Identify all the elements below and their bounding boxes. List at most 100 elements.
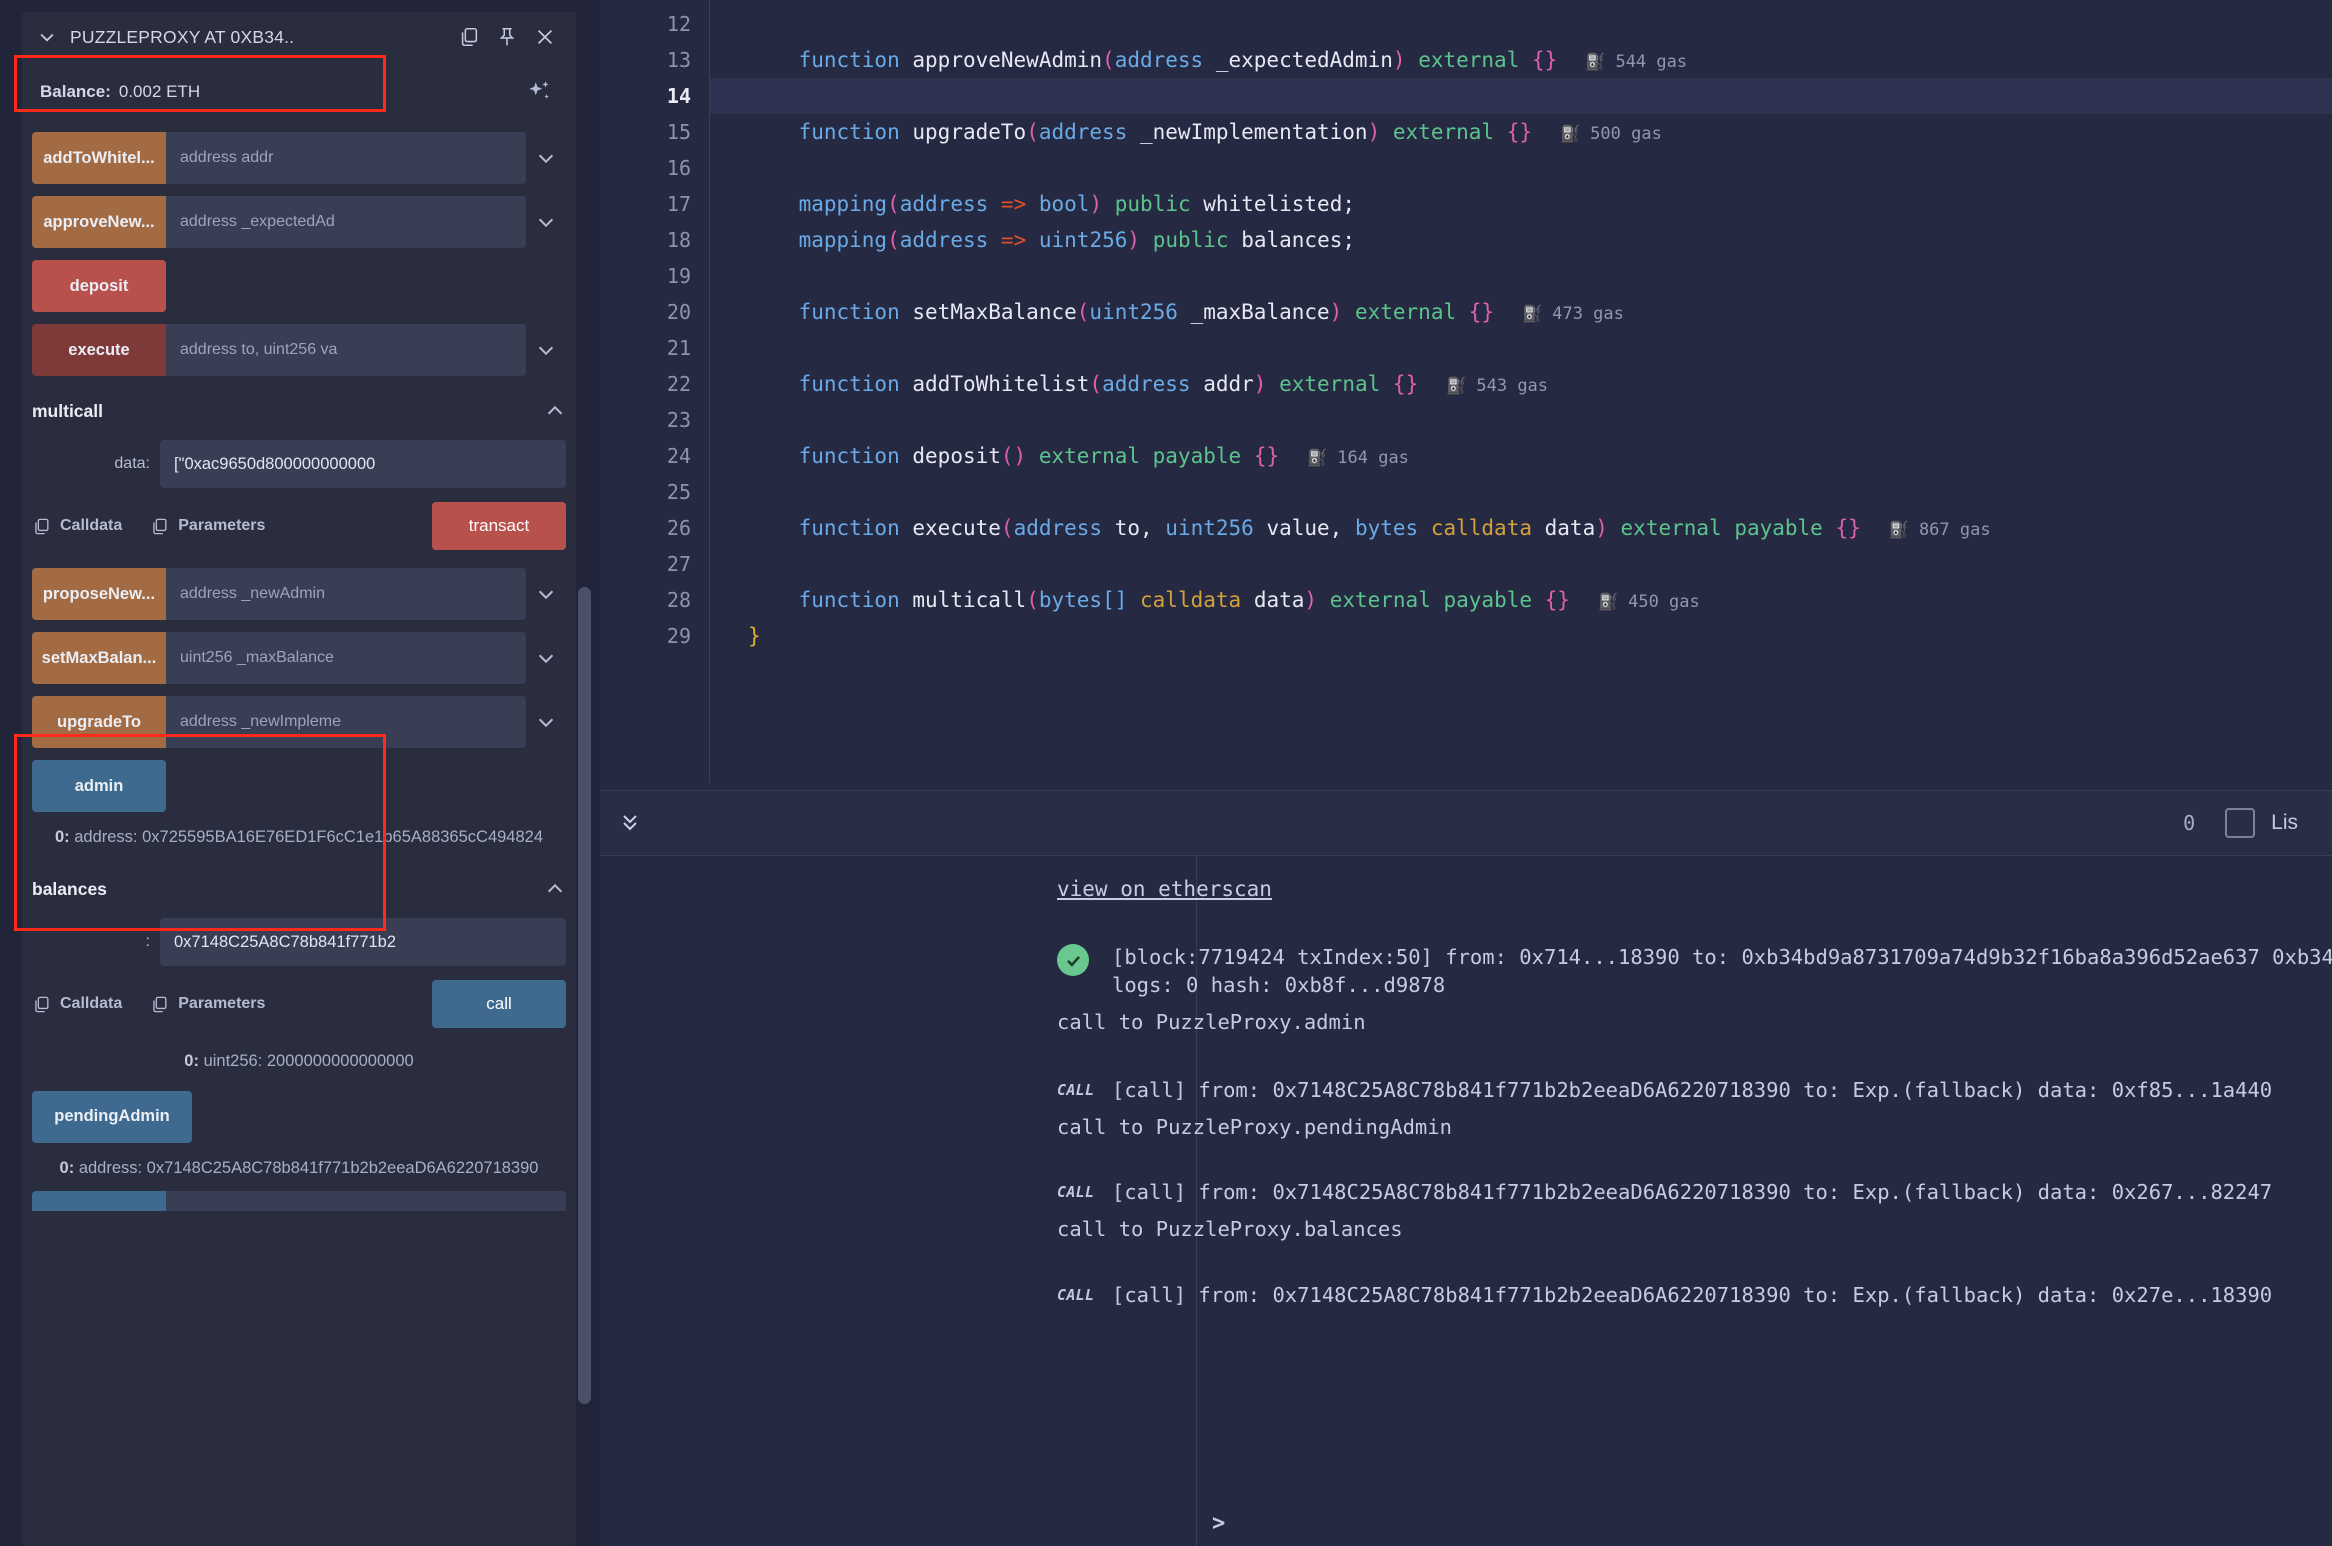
copy-icon[interactable] [458, 25, 480, 49]
code-line[interactable]: function multicall(bytes[] calldata data… [710, 582, 2332, 618]
line-number: 20 [666, 300, 691, 324]
multicall-title: multicall [32, 400, 103, 421]
approvenewadmin-input[interactable] [166, 196, 526, 248]
chevron-down-icon[interactable] [526, 324, 566, 376]
addtowhitelist-button[interactable]: addToWhitel... [32, 132, 166, 184]
multicall-copy-parameters[interactable]: Parameters [150, 516, 265, 537]
proposenewadmin-button[interactable]: proposeNew... [32, 568, 166, 620]
listen-network-toggle[interactable]: Lis [2225, 808, 2298, 838]
execute-input[interactable] [166, 324, 526, 376]
terminal-prompt[interactable]: > [1212, 1511, 1225, 1536]
code-line[interactable]: function upgradeTo(address _newImplement… [710, 114, 2332, 150]
chevrons-down-icon[interactable] [618, 811, 642, 835]
multicall-group: multicall data: Calldata [32, 394, 566, 554]
approvenewadmin-button[interactable]: approveNew... [32, 196, 166, 248]
call-button[interactable]: call [432, 980, 566, 1029]
chevron-down-icon[interactable] [526, 132, 566, 184]
partial-function-button[interactable] [32, 1190, 166, 1211]
code-line[interactable] [710, 330, 2332, 366]
code-line[interactable]: function deposit() external payable {} ⛽ … [710, 438, 2332, 474]
editor-gutter: 12 13 14 15 16 17 18 19 20 21 22 23 24 25 26 27 28 29 [600, 0, 710, 790]
instance-header-actions [458, 25, 556, 49]
multicall-data-input[interactable] [160, 440, 566, 488]
balances-key-input[interactable] [160, 918, 566, 967]
code-line[interactable] [710, 546, 2332, 582]
call-tag: CALL [1057, 1081, 1095, 1099]
line-number: 17 [666, 192, 691, 216]
code-line[interactable] [710, 150, 2332, 186]
setmaxbalance-button[interactable]: setMaxBalan... [32, 632, 166, 684]
function-list-top: addToWhitel... approveNew... deposit [22, 132, 576, 376]
line-number: 25 [666, 480, 691, 504]
pin-icon[interactable] [496, 25, 518, 49]
chevron-down-icon[interactable] [526, 568, 566, 620]
copy-icon [35, 996, 49, 1013]
addtowhitelist-input[interactable] [166, 132, 526, 184]
function-row-admin: admin [32, 760, 566, 812]
line-number: 29 [666, 624, 691, 648]
code-line[interactable] [710, 258, 2332, 294]
multicall-header: multicall [32, 394, 566, 428]
code-line[interactable]: mapping(address => uint256) public balan… [710, 222, 2332, 258]
copy-icon [153, 996, 167, 1013]
code-line[interactable]: } [710, 618, 2332, 654]
code-line[interactable]: function execute(address to, uint256 val… [710, 510, 2332, 546]
multicall-data-label: data: [114, 455, 150, 472]
log-entry-call-1: CALL [call] from: 0x7148C25A8C78b841f771… [600, 1077, 2332, 1139]
chevron-up-icon[interactable] [544, 878, 566, 900]
balances-copy-calldata[interactable]: Calldata [32, 994, 122, 1015]
line-number: 26 [666, 516, 691, 540]
admin-result-index: 0: [54, 828, 70, 846]
upgradeto-button[interactable]: upgradeTo [32, 696, 166, 748]
instance-title: PUZZLEPROXY AT 0XB34.. [70, 26, 295, 47]
code-line[interactable]: mapping(address => bool) public whitelis… [710, 186, 2332, 222]
balance-label: Balance: [40, 82, 111, 101]
deposit-button[interactable]: deposit [32, 260, 166, 312]
code-line[interactable] [710, 78, 2332, 114]
upgradeto-input[interactable] [166, 696, 526, 748]
balance-row: Balance: 0.002 ETH [32, 64, 566, 120]
code-line[interactable]: function addToWhitelist(address addr) ex… [710, 366, 2332, 402]
chevron-down-icon[interactable] [526, 696, 566, 748]
sparkle-icon[interactable] [526, 79, 552, 105]
listen-checkbox[interactable] [2225, 808, 2256, 838]
setmaxbalance-input[interactable] [166, 632, 526, 684]
balances-key-label: : [145, 933, 150, 951]
copy-icon [153, 518, 167, 534]
code-line[interactable] [710, 6, 2332, 42]
pendingadmin-result-value: address: 0x7148C25A8C78b841f771b2b2eeaD6… [78, 1158, 539, 1177]
gas-estimate: ⛽ 164 gas [1307, 448, 1409, 468]
multicall-data-field: data: [32, 440, 566, 488]
log-call1-line1: [call] from: 0x7148C25A8C78b841f771b2b2e… [1112, 1078, 2273, 1102]
panel-scrollbar-thumb[interactable] [578, 587, 591, 1404]
function-row-upgradeto: upgradeTo [32, 696, 566, 748]
chevron-down-icon[interactable] [526, 196, 566, 248]
chevron-down-icon[interactable] [526, 632, 566, 684]
balances-result: 0: uint256: 2000000000000000 [42, 1050, 556, 1072]
view-on-etherscan-link[interactable]: view on etherscan [1057, 877, 1272, 901]
right-workspace: 12 13 14 15 16 17 18 19 20 21 22 23 24 25 26 27 28 29 fun… [600, 0, 2332, 1546]
gas-pump-icon: ⛽ [1560, 124, 1580, 143]
pendingadmin-button[interactable]: pendingAdmin [32, 1090, 192, 1143]
chevron-up-icon[interactable] [544, 400, 566, 422]
partial-function-input[interactable] [166, 1190, 566, 1211]
close-icon[interactable] [534, 25, 556, 49]
code-line[interactable] [710, 474, 2332, 510]
balances-copy-parameters[interactable]: Parameters [150, 994, 265, 1015]
transact-button[interactable]: transact [432, 502, 566, 550]
code-line[interactable]: function approveNewAdmin(address _expect… [710, 42, 2332, 78]
terminal-body[interactable]: view on etherscan [block:7719424 txIndex… [600, 856, 2332, 1546]
code-line[interactable] [710, 402, 2332, 438]
log-call3-line1: [call] from: 0x7148C25A8C78b841f771b2b2e… [1112, 1283, 2273, 1307]
execute-button[interactable]: execute [32, 324, 166, 376]
code-line[interactable]: function setMaxBalance(uint256 _maxBalan… [710, 294, 2332, 330]
editor-code-area[interactable]: function approveNewAdmin(address _expect… [710, 0, 2332, 790]
line-number: 12 [666, 12, 691, 36]
function-list-bottom: proposeNew... setMaxBalan... upgradeTo [22, 568, 576, 812]
multicall-copy-calldata[interactable]: Calldata [32, 516, 122, 537]
chevron-down-icon[interactable] [32, 22, 62, 52]
gas-estimate: ⛽ 473 gas [1522, 304, 1624, 324]
proposenewadmin-input[interactable] [166, 568, 526, 620]
calldata-label: Calldata [60, 995, 123, 1013]
admin-button[interactable]: admin [32, 760, 166, 812]
